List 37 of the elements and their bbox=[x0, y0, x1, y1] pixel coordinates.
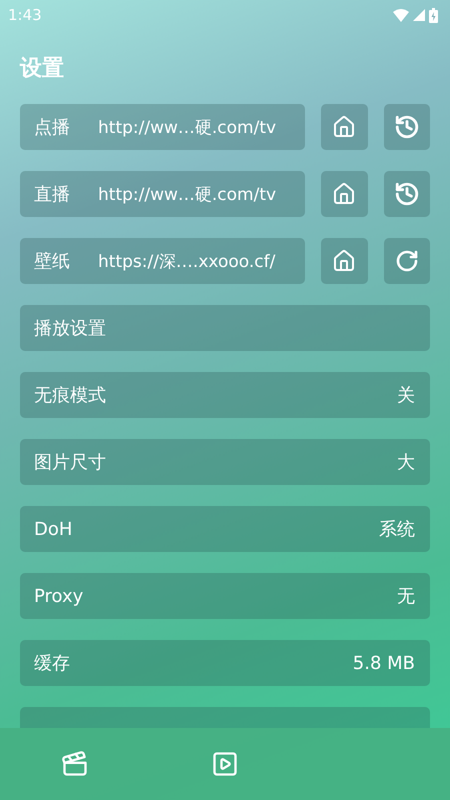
home-icon bbox=[332, 249, 356, 273]
wifi-icon bbox=[393, 8, 409, 22]
history-button[interactable] bbox=[384, 104, 430, 150]
settings-item[interactable]: 图片尺寸 大 bbox=[20, 439, 430, 485]
status-time: 1:43 bbox=[8, 6, 42, 24]
refresh-button[interactable] bbox=[384, 238, 430, 284]
battery-icon bbox=[429, 8, 438, 22]
settings-item[interactable]: 缓存 5.8 MB bbox=[20, 640, 430, 686]
refresh-icon bbox=[394, 249, 419, 273]
history-icon bbox=[394, 181, 420, 207]
home-button[interactable] bbox=[321, 238, 368, 284]
signal-icon bbox=[413, 9, 425, 21]
settings-item[interactable]: DoH 系统 bbox=[20, 506, 430, 552]
setting-label: 播放设置 bbox=[34, 317, 106, 340]
setting-value: 大 bbox=[397, 451, 415, 474]
home-button[interactable] bbox=[321, 171, 368, 217]
page-title: 设置 bbox=[20, 55, 65, 83]
settings-item[interactable]: Proxy 无 bbox=[20, 573, 430, 619]
history-button[interactable] bbox=[384, 171, 430, 217]
setting-label: 图片尺寸 bbox=[34, 451, 106, 474]
setting-label: 无痕模式 bbox=[34, 384, 106, 407]
setting-label: 缓存 bbox=[34, 652, 70, 675]
source-url-field[interactable]: 点播 http://ww…硬.com/tv bbox=[20, 104, 305, 150]
setting-value: 关 bbox=[397, 384, 415, 407]
source-url-field[interactable]: 壁纸 https://深….xxooo.cf/ bbox=[20, 238, 305, 284]
setting-label: DoH bbox=[34, 518, 72, 540]
home-icon bbox=[332, 115, 356, 139]
history-icon bbox=[394, 114, 420, 140]
settings-item[interactable]: 播放设置 bbox=[20, 305, 430, 351]
settings-item[interactable]: 无痕模式 关 bbox=[20, 372, 430, 418]
home-icon bbox=[332, 182, 356, 206]
setting-value: 5.8 MB bbox=[352, 652, 415, 674]
home-button[interactable] bbox=[321, 104, 368, 150]
source-url-field[interactable]: 直播 http://ww…硬.com/tv bbox=[20, 171, 305, 217]
setting-value: 系统 bbox=[379, 518, 415, 541]
setting-label: Proxy bbox=[34, 586, 84, 606]
setting-value: 无 bbox=[397, 585, 415, 608]
